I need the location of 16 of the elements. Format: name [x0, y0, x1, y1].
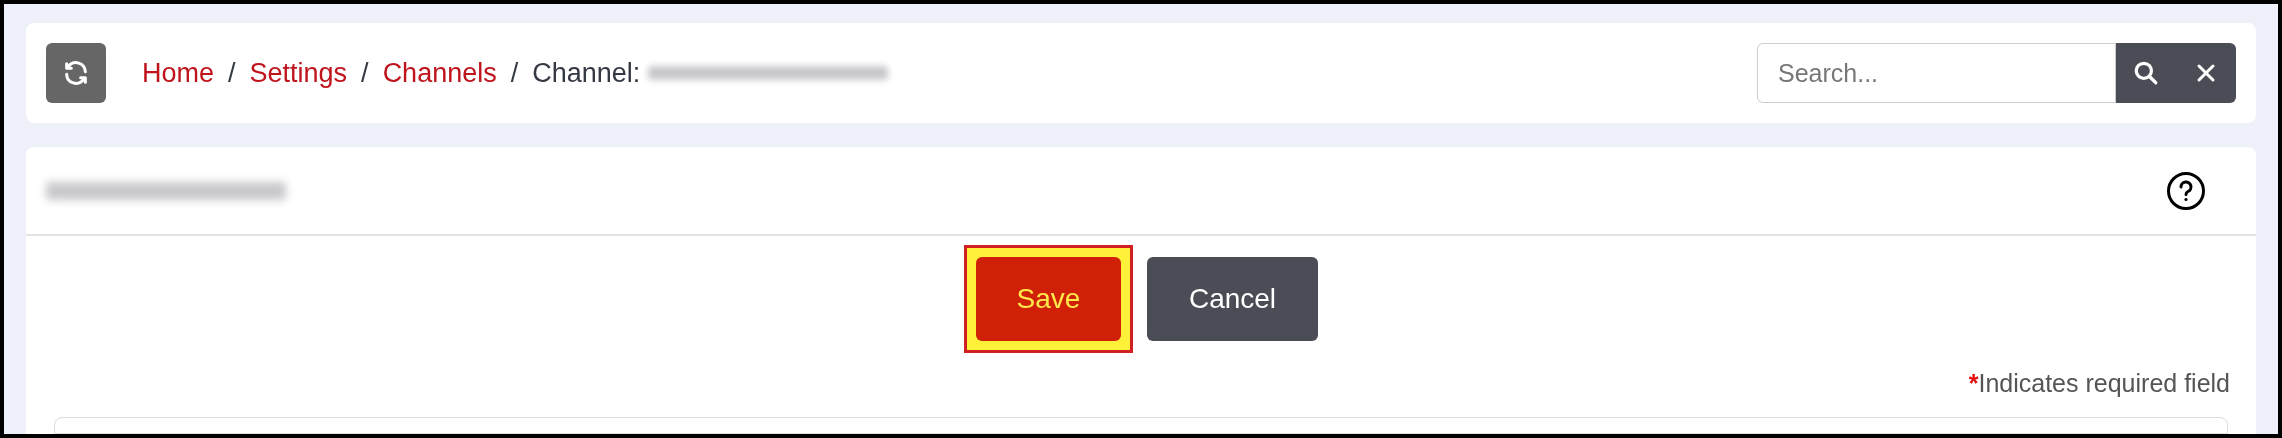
save-button[interactable]: Save: [976, 257, 1121, 341]
search-field[interactable]: Search...: [1757, 43, 2116, 103]
breadcrumb-link[interactable]: Settings: [249, 52, 348, 94]
breadcrumb-link[interactable]: Channels: [382, 52, 497, 94]
breadcrumb-current: Channel:: [532, 56, 641, 90]
close-icon: [2196, 63, 2216, 83]
refresh-icon: [62, 59, 90, 87]
breadcrumb-separator: /: [510, 56, 519, 90]
required-field-note: *Indicates required field: [1968, 368, 2230, 399]
breadcrumb-separator: /: [361, 56, 369, 90]
cancel-button[interactable]: Cancel: [1147, 257, 1318, 341]
refresh-button[interactable]: [46, 43, 106, 103]
breadcrumb-link[interactable]: Home: [142, 52, 215, 94]
breadcrumb-separator: /: [228, 56, 236, 90]
help-icon[interactable]: [2166, 170, 2206, 211]
search-icon: [2133, 60, 2159, 86]
